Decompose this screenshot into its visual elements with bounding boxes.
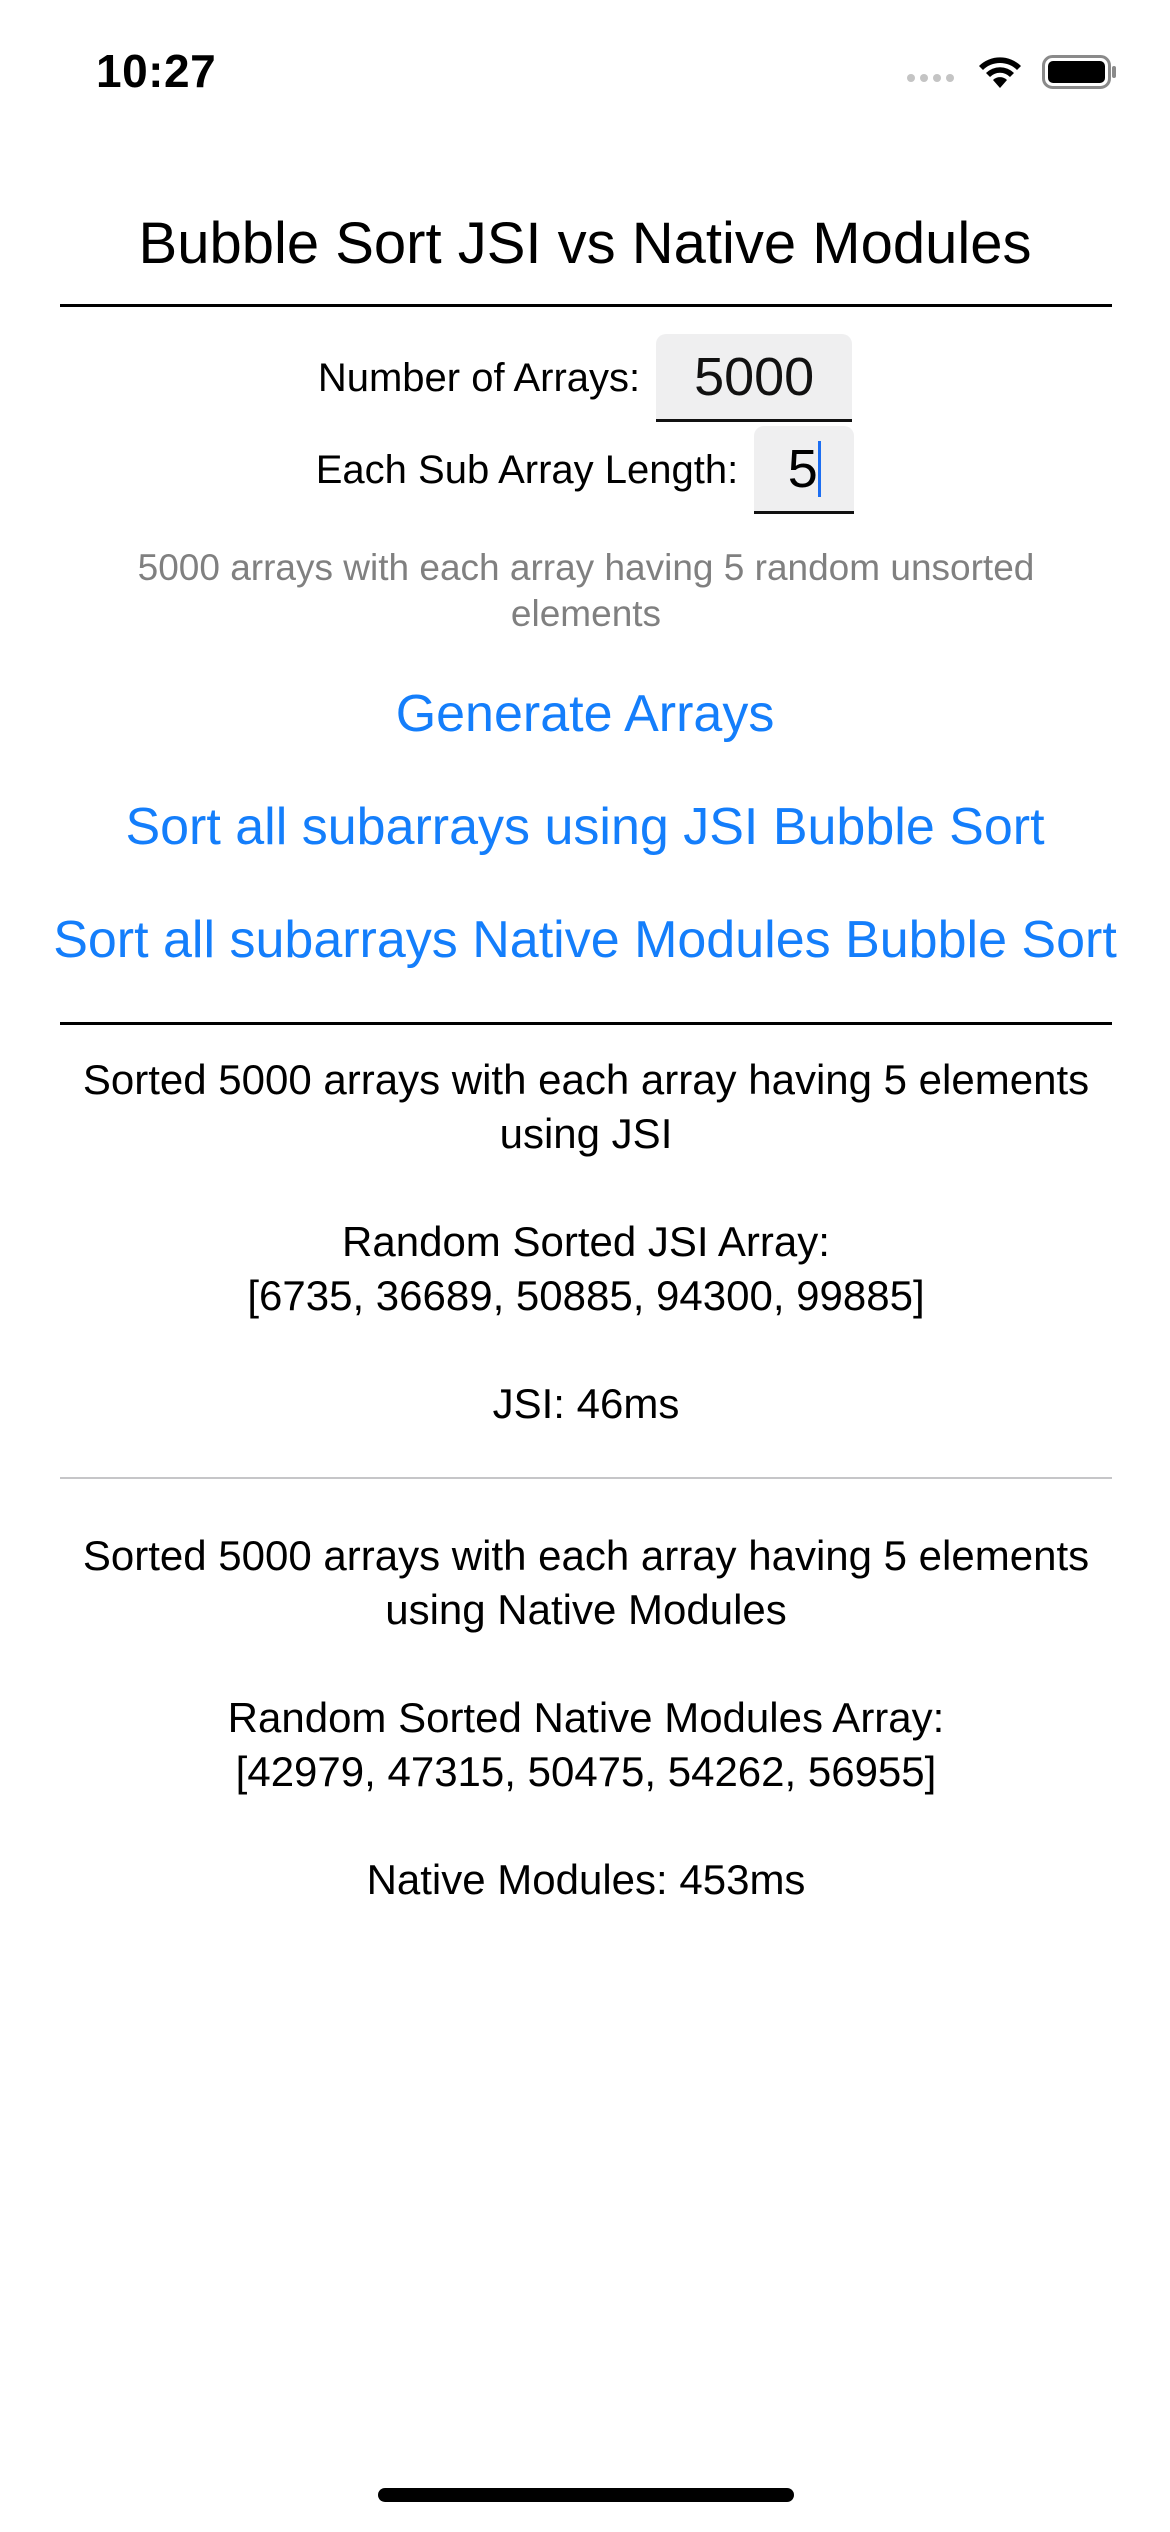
title-divider: [60, 304, 1112, 307]
jsi-summary: Sorted 5000 arrays with each array havin…: [82, 1056, 1090, 1157]
generate-arrays-button[interactable]: Generate Arrays: [0, 684, 1170, 744]
signal-icon: [906, 60, 958, 89]
native-result: Sorted 5000 arrays with each array havin…: [60, 1529, 1112, 1907]
results-divider: [60, 1477, 1112, 1479]
buttons-divider: [60, 1022, 1112, 1025]
jsi-timing: JSI: 46ms: [492, 1380, 680, 1427]
num-arrays-input[interactable]: [656, 334, 853, 422]
status-time: 10:27: [96, 45, 217, 97]
sub-length-input[interactable]: 5: [754, 426, 855, 514]
num-arrays-row: Number of Arrays:: [0, 334, 1170, 422]
status-icons: [906, 54, 1118, 95]
sub-length-label: Each Sub Array Length:: [315, 447, 739, 492]
sort-native-button[interactable]: Sort all subarrays Native Modules Bubble…: [0, 910, 1170, 970]
jsi-result: Sorted 5000 arrays with each array havin…: [60, 1053, 1112, 1431]
home-indicator[interactable]: [378, 2488, 794, 2502]
native-array-values: [42979, 47315, 50475, 54262, 56955]: [235, 1748, 937, 1795]
arrays-hint: 5000 arrays with each array having 5 ran…: [137, 547, 1035, 634]
num-arrays-label: Number of Arrays:: [317, 355, 641, 400]
native-array-label: Random Sorted Native Modules Array:: [227, 1694, 945, 1741]
sub-length-row: Each Sub Array Length: 5: [0, 426, 1170, 514]
text-caret: [817, 440, 821, 497]
battery-icon: [1042, 55, 1118, 94]
native-summary: Sorted 5000 arrays with each array havin…: [82, 1532, 1090, 1633]
sub-length-value: 5: [787, 438, 818, 499]
jsi-array-values: [6735, 36689, 50885, 94300, 99885]: [247, 1272, 925, 1319]
status-bar: 10:27: [0, 0, 1170, 150]
page-title: Bubble Sort JSI vs Native Modules: [138, 211, 1032, 276]
sort-jsi-button[interactable]: Sort all subarrays using JSI Bubble Sort: [0, 797, 1170, 857]
jsi-array-label: Random Sorted JSI Array:: [342, 1218, 830, 1265]
native-timing: Native Modules: 453ms: [366, 1856, 806, 1903]
wifi-icon: [976, 54, 1024, 95]
